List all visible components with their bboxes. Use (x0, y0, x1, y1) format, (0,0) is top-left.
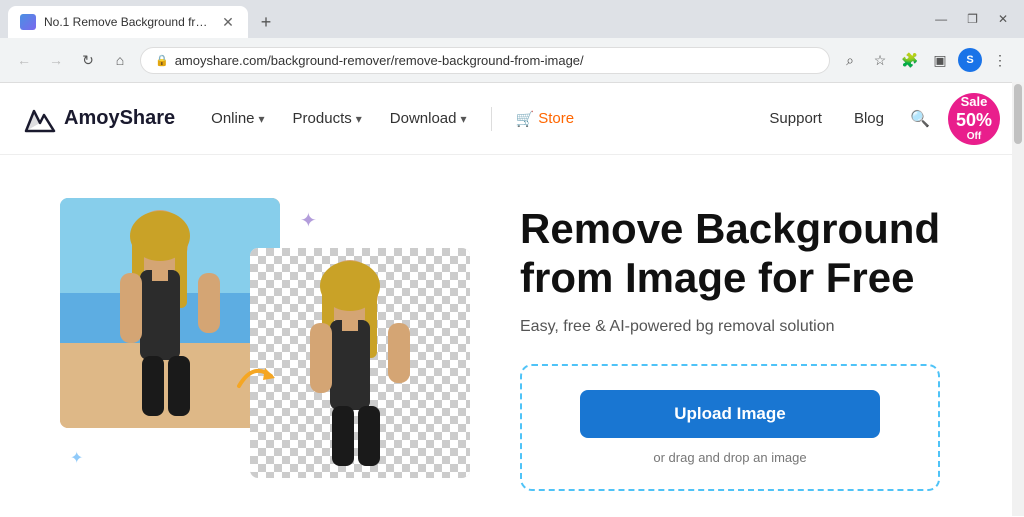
maximize-button[interactable]: ❐ (967, 12, 978, 26)
url-bar[interactable]: 🔒 amoyshare.com/background-remover/remov… (140, 47, 830, 74)
nav-right: Support Blog 🔍 Sale 50% Off (757, 93, 1000, 145)
browser-chrome: No.1 Remove Background from... ✕ + — ❐ ✕… (0, 0, 1024, 83)
nav-store[interactable]: 🛒 Store (504, 102, 587, 136)
sidebar-icon[interactable]: ▣ (928, 48, 952, 72)
logo-text: AmoyShare (64, 107, 175, 130)
sale-label: Sale (961, 94, 988, 110)
upload-drop-zone[interactable]: Upload Image or drag and drop an image (520, 364, 940, 491)
nav-download-label: Download (390, 110, 457, 127)
drag-hint-text: or drag and drop an image (653, 450, 806, 465)
scrollbar[interactable] (1012, 82, 1024, 516)
nav-links: Online Products Download 🛒 Store (199, 102, 757, 136)
demo-images: ✦ ✦ (60, 198, 480, 498)
site-nav: AmoyShare Online Products Download 🛒 Sto… (0, 83, 1024, 155)
nav-divider (491, 107, 492, 131)
url-text: amoyshare.com/background-remover/remove-… (175, 53, 584, 68)
new-tab-button[interactable]: + (252, 8, 280, 36)
active-tab[interactable]: No.1 Remove Background from... ✕ (8, 6, 248, 38)
products-chevron-icon (356, 110, 362, 127)
hero-title-text: Remove Backgroundfrom Image for Free (520, 205, 940, 300)
nav-online-label: Online (211, 110, 254, 127)
toolbar-icons: ⌕ ☆ 🧩 ▣ S ⋮ (838, 48, 1012, 72)
scrollbar-thumb[interactable] (1014, 84, 1022, 144)
back-button[interactable]: ← (12, 48, 36, 72)
download-chevron-icon (461, 110, 467, 127)
removed-image-svg (250, 248, 470, 478)
menu-icon[interactable]: ⋮ (988, 48, 1012, 72)
lock-icon: 🔒 (155, 54, 169, 67)
logo[interactable]: AmoyShare (24, 103, 175, 135)
sale-percent: 50% (956, 110, 992, 132)
upload-image-button[interactable]: Upload Image (580, 390, 880, 438)
window-controls: — ❐ ✕ (935, 12, 1016, 32)
sale-off: Off (967, 131, 981, 143)
nav-support[interactable]: Support (757, 102, 834, 135)
hero-subtitle: Easy, free & AI-powered bg removal solut… (520, 318, 964, 336)
nav-blog[interactable]: Blog (842, 102, 896, 135)
sparkle-top-icon: ✦ (300, 208, 317, 233)
refresh-button[interactable]: ↻ (76, 48, 100, 72)
nav-products-label: Products (293, 110, 352, 127)
sale-badge[interactable]: Sale 50% Off (948, 93, 1000, 145)
nav-online[interactable]: Online (199, 102, 276, 135)
tab-favicon (20, 14, 36, 30)
arrow-svg (235, 358, 275, 394)
cart-icon: 🛒 (516, 110, 535, 128)
website-content: AmoyShare Online Products Download 🛒 Sto… (0, 83, 1024, 517)
tab-close-button[interactable]: ✕ (220, 14, 236, 30)
tab-title: No.1 Remove Background from... (44, 15, 212, 29)
profile-icon[interactable]: S (958, 48, 982, 72)
address-bar: ← → ↻ ⌂ 🔒 amoyshare.com/background-remov… (0, 38, 1024, 82)
hero-title: Remove Backgroundfrom Image for Free (520, 205, 964, 302)
search-icon[interactable]: ⌕ (838, 48, 862, 72)
nav-store-label: Store (538, 110, 574, 127)
extension-icon[interactable]: 🧩 (898, 48, 922, 72)
nav-search-button[interactable]: 🔍 (904, 103, 936, 135)
demo-removed-image (250, 248, 470, 478)
sparkle-bottom-icon: ✦ (70, 448, 83, 468)
minimize-button[interactable]: — (935, 12, 947, 26)
home-button[interactable]: ⌂ (108, 48, 132, 72)
logo-icon (24, 103, 56, 135)
bookmark-icon[interactable]: ☆ (868, 48, 892, 72)
hero-section: ✦ ✦ (0, 155, 1024, 517)
hero-text: Remove Backgroundfrom Image for Free Eas… (520, 205, 964, 491)
close-button[interactable]: ✕ (998, 12, 1008, 26)
online-chevron-icon (259, 110, 265, 127)
nav-products[interactable]: Products (281, 102, 374, 135)
tab-bar: No.1 Remove Background from... ✕ + — ❐ ✕ (0, 0, 1024, 38)
forward-button[interactable]: → (44, 48, 68, 72)
arrow-icon (235, 358, 275, 401)
nav-download[interactable]: Download (378, 102, 479, 135)
